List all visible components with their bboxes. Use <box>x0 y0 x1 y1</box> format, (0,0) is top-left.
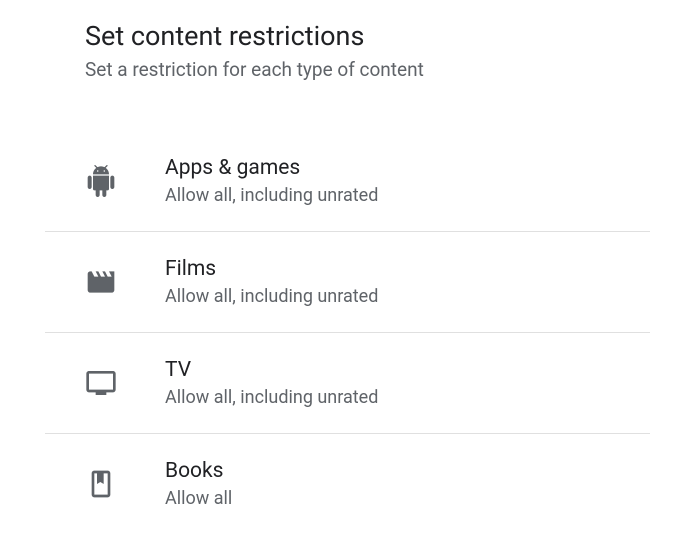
header: Set content restrictions Set a restricti… <box>45 20 650 81</box>
restrictions-list: Apps & games Allow all, including unrate… <box>45 131 650 534</box>
list-item-value: Allow all, including unrated <box>165 387 378 408</box>
android-icon <box>85 165 165 197</box>
list-item-tv[interactable]: TV Allow all, including unrated <box>45 333 650 434</box>
list-item-text: Books Allow all <box>165 459 232 509</box>
list-item-label: Films <box>165 257 378 281</box>
list-item-label: Apps & games <box>165 156 378 180</box>
list-item-text: TV Allow all, including unrated <box>165 358 378 408</box>
page-subtitle: Set a restriction for each type of conte… <box>85 58 650 81</box>
list-item-text: Films Allow all, including unrated <box>165 257 378 307</box>
list-item-value: Allow all, including unrated <box>165 185 378 206</box>
film-icon <box>85 266 165 298</box>
list-item-value: Allow all <box>165 488 232 509</box>
tv-icon <box>85 367 165 399</box>
list-item-label: Books <box>165 459 232 483</box>
list-item-apps-games[interactable]: Apps & games Allow all, including unrate… <box>45 131 650 232</box>
list-item-text: Apps & games Allow all, including unrate… <box>165 156 378 206</box>
list-item-books[interactable]: Books Allow all <box>45 434 650 534</box>
list-item-films[interactable]: Films Allow all, including unrated <box>45 232 650 333</box>
list-item-label: TV <box>165 358 378 382</box>
page-title: Set content restrictions <box>85 20 650 52</box>
book-icon <box>85 468 165 500</box>
list-item-value: Allow all, including unrated <box>165 286 378 307</box>
